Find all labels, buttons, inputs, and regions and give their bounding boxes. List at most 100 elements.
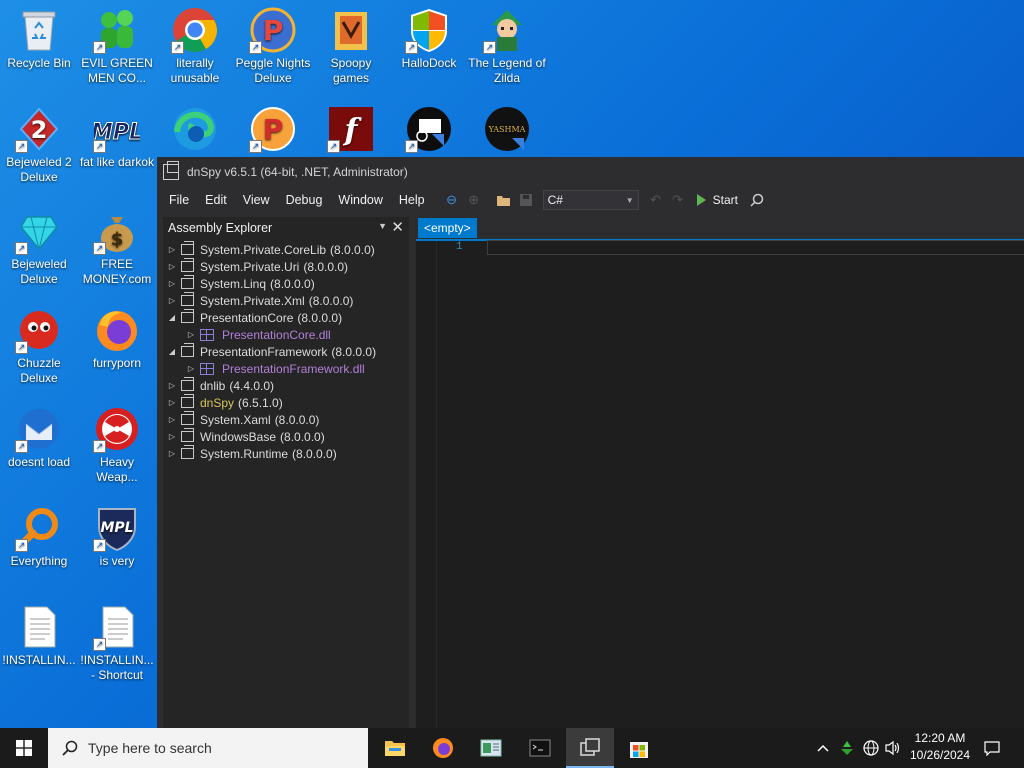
start-debugging-button[interactable]: Start — [696, 193, 738, 207]
tree-item-module[interactable]: ▷ PresentationFramework.dll — [163, 360, 409, 377]
start-button[interactable] — [0, 728, 48, 768]
collapsed-triangle-icon[interactable]: ▷ — [167, 296, 177, 305]
volume-icon[interactable] — [882, 728, 904, 768]
collapsed-triangle-icon[interactable]: ▷ — [167, 279, 177, 288]
menu-window[interactable]: Window — [330, 193, 390, 207]
desktop-icon-label: Everything — [10, 554, 68, 568]
tree-item-assembly[interactable]: ▷ dnlib (4.4.0.0) — [163, 377, 409, 394]
file-explorer-taskbar-icon[interactable] — [371, 728, 419, 768]
taskbar-clock[interactable]: 12:20 AM 10/26/2024 — [905, 730, 975, 764]
tree-item-assembly[interactable]: ◢ PresentationCore (8.0.0.0) — [163, 309, 409, 326]
svg-text:P: P — [263, 14, 284, 47]
desktop-icon-peggle-nights[interactable]: P ↗ Peggle Nights Deluxe — [234, 6, 312, 86]
desktop-icon-label: Chuzzle Deluxe — [17, 356, 61, 385]
language-select[interactable]: C# ▼ — [542, 190, 639, 210]
open-folder-icon[interactable] — [495, 191, 513, 209]
desktop-icon-installing-shortcut[interactable]: ↗ !INSTALLIN... - Shortcut — [78, 603, 156, 683]
desktop-icon-legend-of-zilda[interactable]: ↗ The Legend of Zilda — [468, 6, 546, 86]
desktop-icon-evil-green-men[interactable]: ↗ EVIL GREEN MEN CO... — [78, 6, 156, 86]
shortcut-arrow-icon: ↗ — [93, 440, 106, 453]
chevron-down-icon: ▼ — [625, 195, 634, 205]
recycle-tray-icon[interactable] — [836, 728, 858, 768]
desktop-icon-peggle[interactable]: P ↗ — [234, 105, 312, 155]
tree-item-assembly[interactable]: ◢ PresentationFramework (8.0.0.0) — [163, 343, 409, 360]
save-all-icon[interactable] — [517, 191, 535, 209]
tree-item-name: System.Linq — [200, 276, 267, 291]
tree-item-assembly[interactable]: ▷ WindowsBase (8.0.0.0) — [163, 428, 409, 445]
desktop-icon-bejeweled-2[interactable]: 2 ↗ Bejeweled 2 Deluxe — [0, 105, 78, 185]
desktop-icon-label: is very — [99, 554, 135, 568]
expanded-triangle-icon[interactable]: ◢ — [167, 313, 177, 322]
menu-view[interactable]: View — [235, 193, 278, 207]
code-editor[interactable]: 1 — [416, 240, 1024, 728]
search-icon[interactable] — [748, 191, 766, 209]
desktop-icon-recycle-bin[interactable]: Recycle Bin — [0, 6, 78, 71]
mpl-shield-icon: MPL ↗ — [93, 504, 141, 552]
desktop-icon-doesnt-load[interactable]: ↗ doesnt load — [0, 405, 78, 470]
desktop-icon-fat-like-darkok[interactable]: MPL ↗ fat like darkok — [78, 105, 156, 170]
window-titlebar[interactable]: dnSpy v6.5.1 (64-bit, .NET, Administrato… — [157, 157, 1024, 187]
desktop-icon-furryporn[interactable]: furryporn — [78, 306, 156, 371]
collapsed-triangle-icon[interactable]: ▷ — [186, 364, 196, 373]
tree-item-assembly[interactable]: ▷ System.Runtime (8.0.0.0) — [163, 445, 409, 462]
tree-item-assembly[interactable]: ▷ System.Private.Xml (8.0.0.0) — [163, 292, 409, 309]
tree-item-assembly[interactable]: ▷ System.Private.Uri (8.0.0.0) — [163, 258, 409, 275]
collapsed-triangle-icon[interactable]: ▷ — [167, 415, 177, 424]
menu-debug[interactable]: Debug — [278, 193, 331, 207]
tree-item-version: (8.0.0.0) — [292, 446, 337, 461]
clock-time: 12:20 AM — [914, 731, 966, 745]
collapsed-triangle-icon[interactable]: ▷ — [167, 449, 177, 458]
dnspy-taskbar-icon[interactable] — [566, 728, 614, 768]
firefox-taskbar-icon[interactable] — [419, 728, 467, 768]
desktop-icon-label: The Legend of Zilda — [468, 56, 546, 85]
notifications-icon[interactable] — [979, 728, 1004, 768]
taskbar-search-box[interactable]: Type here to search — [48, 728, 368, 768]
menu-edit[interactable]: Edit — [197, 193, 235, 207]
desktop-icon-free-money[interactable]: $ ↗ FREE MONEY.com — [78, 207, 156, 287]
tree-item-module[interactable]: ▷ PresentationCore.dll — [163, 326, 409, 343]
search-placeholder: Type here to search — [88, 740, 212, 756]
tab-empty[interactable]: <empty> — [418, 218, 477, 238]
navigate-forward-icon[interactable]: ⊕ — [465, 191, 483, 209]
desktop-icon-flash[interactable]: f ↗ — [312, 105, 390, 155]
assembly-tree: ▷ System.Private.CoreLib (8.0.0.0) ▷ System.… — [163, 239, 409, 462]
bejeweled-2-number: 2 — [31, 116, 48, 144]
desktop-icon-spoopy-games[interactable]: Spoopy games — [312, 6, 390, 86]
network-globe-icon[interactable] — [860, 728, 882, 768]
close-icon[interactable]: ✕ — [391, 218, 404, 236]
desktop-icon-yashma[interactable]: YASHMA — [468, 105, 546, 155]
collapsed-triangle-icon[interactable]: ▷ — [167, 381, 177, 390]
notepad-app-taskbar-icon[interactable] — [467, 728, 515, 768]
tree-item-assembly[interactable]: ▷ dnSpy (6.5.1.0) — [163, 394, 409, 411]
menu-file[interactable]: File — [161, 193, 197, 207]
store-taskbar-icon[interactable] — [615, 728, 663, 768]
redo-icon[interactable]: ↷ — [669, 191, 687, 209]
undo-icon[interactable]: ↶ — [647, 191, 665, 209]
desktop-icon-heavy-weapon[interactable]: ↗ Heavy Weap... — [78, 405, 156, 485]
collapsed-triangle-icon[interactable]: ▷ — [186, 330, 196, 339]
desktop-icon-bejeweled[interactable]: ↗ Bejeweled Deluxe — [0, 207, 78, 287]
navigate-back-icon[interactable]: ⊖ — [443, 191, 461, 209]
tree-item-assembly[interactable]: ▷ System.Xaml (8.0.0.0) — [163, 411, 409, 428]
show-hidden-icons-chevron-icon[interactable] — [812, 728, 834, 768]
desktop-icon-label: EVIL GREEN MEN CO... — [81, 56, 153, 85]
tree-item-assembly[interactable]: ▷ System.Linq (8.0.0.0) — [163, 275, 409, 292]
desktop-icon-is-very[interactable]: MPL ↗ is very — [78, 504, 156, 569]
collapsed-triangle-icon[interactable]: ▷ — [167, 398, 177, 407]
expanded-triangle-icon[interactable]: ◢ — [167, 347, 177, 356]
collapsed-triangle-icon[interactable]: ▷ — [167, 262, 177, 271]
tree-item-assembly[interactable]: ▷ System.Private.CoreLib (8.0.0.0) — [163, 241, 409, 258]
collapsed-triangle-icon[interactable]: ▷ — [167, 245, 177, 254]
desktop-icon-everything[interactable]: ↗ Everything — [0, 504, 78, 569]
desktop-icon-installing[interactable]: !INSTALLIN... — [0, 603, 78, 668]
tree-item-name: dnSpy — [200, 395, 235, 410]
desktop-icon-edge[interactable] — [156, 105, 234, 155]
desktop-icon-chuzzle[interactable]: ↗ Chuzzle Deluxe — [0, 306, 78, 386]
menu-help[interactable]: Help — [391, 193, 433, 207]
desktop-icon-hallodock[interactable]: ↗ HalloDock — [390, 6, 468, 71]
terminal-taskbar-icon[interactable] — [516, 728, 564, 768]
desktop-icon-remote-app[interactable]: ↗ — [390, 105, 468, 155]
collapsed-triangle-icon[interactable]: ▷ — [167, 432, 177, 441]
panel-menu-chevron-icon[interactable]: ▼ — [378, 221, 387, 231]
desktop-icon-chrome[interactable]: ↗ literally unusable — [156, 6, 234, 86]
